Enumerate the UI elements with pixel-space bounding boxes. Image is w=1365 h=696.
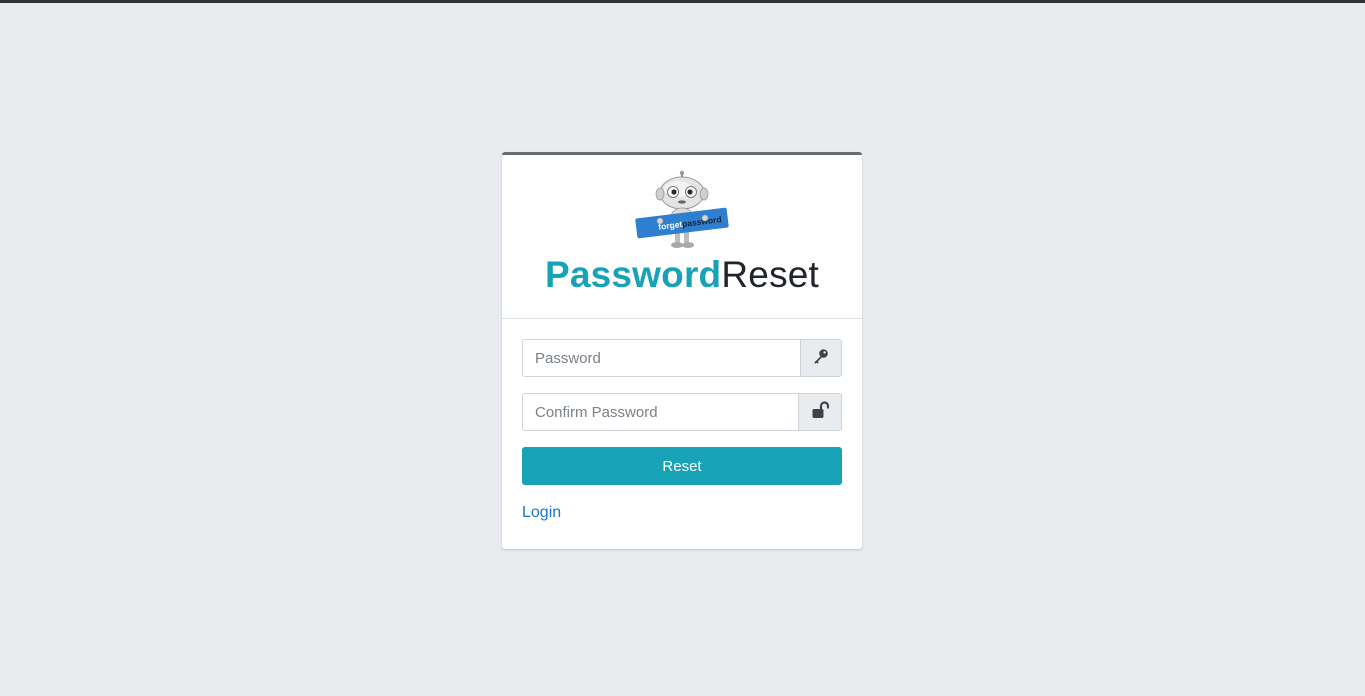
page-title: PasswordReset [502,253,862,297]
password-addon [800,339,842,377]
confirm-password-input-group [522,393,842,431]
page-title-strong: Password [544,254,722,295]
confirm-password-addon [798,393,842,431]
top-strip [0,0,1365,3]
card-header: forget password PasswordReset [502,155,862,319]
page-title-light: Reset [721,254,820,295]
password-input-group [522,339,842,377]
password-input[interactable] [522,339,800,377]
login-link[interactable]: Login [522,504,561,522]
reset-button[interactable]: Reset [522,447,842,485]
forget-password-mascot-logo: forget password [635,170,729,248]
password-reset-card: forget password PasswordReset Reset Logi… [502,152,862,549]
confirm-password-input[interactable] [522,393,798,431]
key-icon [812,347,830,370]
unlock-icon [811,400,830,424]
